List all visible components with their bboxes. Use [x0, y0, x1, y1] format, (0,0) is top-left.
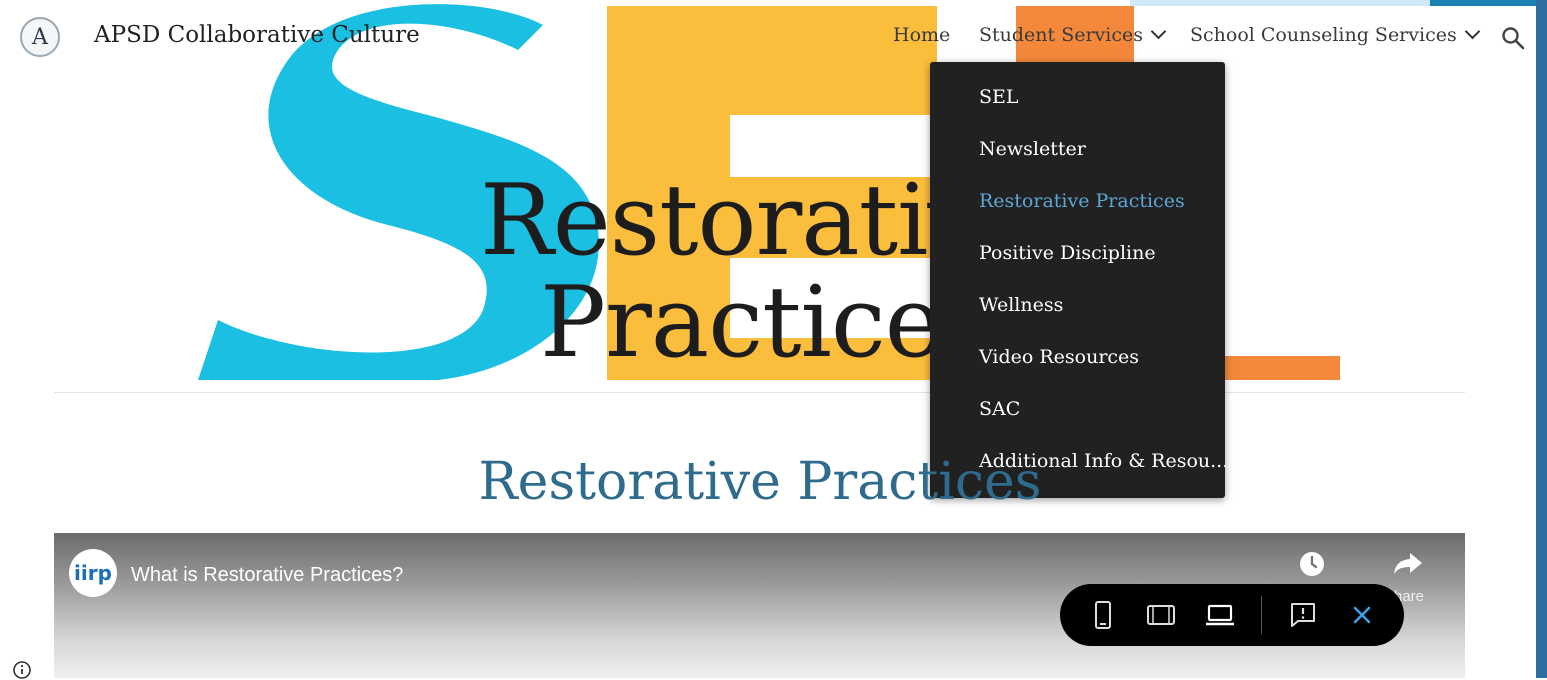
share-icon[interactable] [1394, 553, 1422, 575]
student-services-dropdown: SEL Newsletter Restorative Practices Pos… [930, 62, 1228, 498]
dropdown-item-wellness[interactable]: Wellness [979, 294, 1063, 316]
laptop-view-button[interactable] [1205, 600, 1235, 630]
preview-toolbar [1060, 584, 1404, 646]
dropdown-item-sel[interactable]: SEL [979, 86, 1019, 108]
phone-icon [1095, 601, 1111, 629]
nav-home-label: Home [893, 24, 951, 46]
phone-view-button[interactable] [1088, 600, 1118, 630]
site-logo[interactable]: A [20, 17, 60, 57]
site-title[interactable]: APSD Collaborative Culture [94, 22, 420, 48]
nav-home[interactable]: Home [893, 24, 950, 46]
dropdown-item-positive-discipline[interactable]: Positive Discipline [979, 242, 1156, 264]
nav-student-services[interactable]: Student Services [979, 23, 1167, 46]
dropdown-item-sac[interactable]: SAC [979, 398, 1020, 420]
clock-icon[interactable] [1299, 551, 1325, 577]
site-header: A APSD Collaborative Culture Home Studen… [0, 0, 1547, 74]
nav-school-counseling-label: School Counseling Services [1190, 24, 1457, 46]
hero-title-line1: Restorativ [480, 164, 983, 278]
right-edge-strip [1536, 0, 1547, 678]
feedback-button[interactable] [1288, 600, 1318, 630]
search-icon[interactable] [1501, 26, 1525, 50]
tablet-view-button[interactable] [1146, 600, 1176, 630]
feedback-icon [1291, 603, 1315, 627]
channel-logo[interactable]: iirp [69, 549, 117, 597]
channel-logo-text: iirp [74, 561, 112, 585]
nav-school-counseling-services[interactable]: School Counseling Services [1190, 23, 1480, 46]
dropdown-item-video-resources[interactable]: Video Resources [979, 346, 1139, 368]
dropdown-item-restorative-practices[interactable]: Restorative Practices [979, 190, 1185, 212]
section-title: Restorative Practices [478, 452, 1042, 512]
hero-title: Restorativ Practice [480, 68, 1000, 392]
dropdown-item-newsletter[interactable]: Newsletter [979, 138, 1086, 160]
site-logo-letter: A [32, 24, 48, 50]
chevron-down-icon [1150, 23, 1167, 40]
close-icon [1353, 606, 1371, 624]
chevron-down-icon [1464, 23, 1480, 40]
tablet-icon [1147, 605, 1175, 625]
hero-title-line2: Practice [540, 266, 943, 380]
hero-divider [54, 392, 1465, 393]
nav-student-services-label: Student Services [979, 24, 1143, 46]
info-icon[interactable] [12, 660, 32, 680]
laptop-icon [1206, 604, 1234, 626]
toolbar-separator [1261, 596, 1262, 634]
close-toolbar-button[interactable] [1347, 600, 1377, 630]
video-title[interactable]: What is Restorative Practices? [131, 564, 403, 587]
